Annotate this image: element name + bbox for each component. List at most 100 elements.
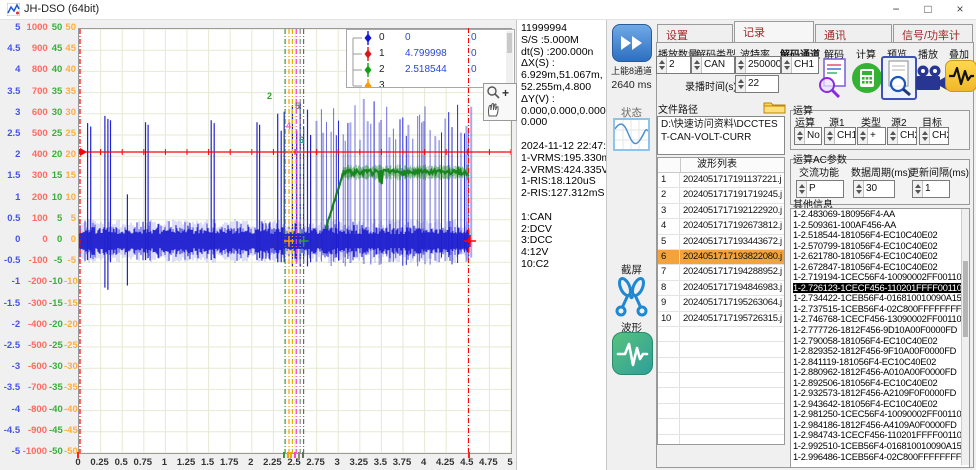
list-item[interactable]: 1-2.892506-181056F4-EC10C40E02 xyxy=(791,378,969,389)
table-row[interactable] xyxy=(658,342,784,357)
table-row[interactable]: 52024051717193443672.j xyxy=(658,235,784,250)
spinner-arrows[interactable] xyxy=(920,128,930,144)
spin-up-icon[interactable] xyxy=(922,131,928,135)
spin-up-icon[interactable] xyxy=(738,79,744,83)
table-row[interactable]: 92024051717195263064.j xyxy=(658,296,784,311)
list-item[interactable]: 1-2.621780-181056F4-EC10C40E02 xyxy=(791,251,969,262)
spin-down-icon[interactable] xyxy=(856,190,862,194)
waveform-button[interactable] xyxy=(612,332,653,375)
table-row[interactable]: 12024051717191137221.j xyxy=(658,173,784,188)
spin-down-icon[interactable] xyxy=(738,85,744,89)
legend-row[interactable]: 14.7999980 xyxy=(347,46,514,62)
table-row[interactable]: 22024051717191719245.j xyxy=(658,188,784,203)
operation-spinner[interactable]: CH2 xyxy=(919,127,949,145)
spinner-arrows[interactable] xyxy=(797,181,807,197)
table-row[interactable] xyxy=(658,327,784,342)
spinner-arrows[interactable] xyxy=(782,57,792,73)
decode-channel-spinner[interactable]: CH1 xyxy=(781,56,819,74)
list-item[interactable]: 1-2.992510-1CEB56F4-016810010090A15A xyxy=(791,441,969,452)
list-item[interactable]: 1-2.719194-1CEC56F4-10090002FF001100 xyxy=(791,272,969,283)
spin-down-icon[interactable] xyxy=(922,137,928,141)
spin-up-icon[interactable] xyxy=(797,131,803,135)
table-row[interactable] xyxy=(658,388,784,403)
list-item[interactable]: 1-2.737515-1CEB56F4-02C800FFFFFFFFFF xyxy=(791,304,969,315)
list-item[interactable]: 1-2.984743-1CECF456-110201FFFF001100 xyxy=(791,430,969,441)
list-item[interactable]: 1-2.518544-181056F4-EC10C40E02 xyxy=(791,230,969,241)
spin-up-icon[interactable] xyxy=(915,184,921,188)
waveform-list-table[interactable]: 波形列表 12024051717191137221.j2202405171719… xyxy=(657,157,785,445)
legend-row[interactable]: 22.5185440 xyxy=(347,62,514,78)
spin-down-icon[interactable] xyxy=(890,137,896,141)
preview-button[interactable] xyxy=(881,56,917,100)
table-row[interactable] xyxy=(658,404,784,419)
list-item[interactable]: 1-2.984186-1812F456-A4109A0F0000FD xyxy=(791,420,969,431)
table-row[interactable] xyxy=(658,419,784,434)
spinner-arrows[interactable] xyxy=(736,57,746,73)
channel-legend[interactable]: 00014.799998022.51854403 xyxy=(346,29,515,88)
plot-area[interactable]: 2546 00014.799998022.51854403 xyxy=(78,28,512,454)
close-button[interactable]: × xyxy=(944,0,976,19)
table-row[interactable]: 72024051717194288952.j xyxy=(658,265,784,280)
spin-up-icon[interactable] xyxy=(738,60,744,64)
minimize-button[interactable]: − xyxy=(880,0,912,19)
tab-signal-power[interactable]: 信号/功率计 xyxy=(893,24,973,42)
list-item[interactable]: 1-2.829352-1812F456-9F10A00F0000FD xyxy=(791,346,969,357)
play-button[interactable] xyxy=(914,65,948,96)
operation-spinner[interactable]: CH2 xyxy=(887,127,917,145)
maximize-button[interactable]: □ xyxy=(912,0,944,19)
list-item[interactable]: 1-2.726123-1CECF456-110201FFFF001100 xyxy=(791,283,969,294)
decode-type-spinner[interactable]: CAN xyxy=(691,56,735,74)
spin-down-icon[interactable] xyxy=(799,190,805,194)
tab-communication[interactable]: 通讯 xyxy=(815,24,892,42)
overlay-button[interactable] xyxy=(945,60,976,92)
list-item[interactable]: 1-2.790058-181056F4-EC10C40E02 xyxy=(791,336,969,347)
list-item[interactable]: 1-2.981250-1CEC56F4-10090002FF001100 xyxy=(791,409,969,420)
pan-tool[interactable] xyxy=(484,101,516,118)
legend-row[interactable]: 000 xyxy=(347,30,514,46)
table-row[interactable] xyxy=(658,358,784,373)
list-item[interactable]: 1-2.734422-1CEB56F4-016810010090A15A xyxy=(791,293,969,304)
operation-spinner[interactable]: CH1 xyxy=(824,127,856,145)
operation-spinner[interactable]: No xyxy=(794,127,822,145)
record-time-spin[interactable]: 22 xyxy=(735,75,779,93)
tab-record[interactable]: 记录 xyxy=(734,21,814,42)
table-row[interactable] xyxy=(658,435,784,445)
table-row[interactable]: 62024051717193822080.j xyxy=(658,250,784,265)
spin-down-icon[interactable] xyxy=(738,66,744,70)
list-item[interactable]: 1-2.746768-1CECF456-13090002FF001100 xyxy=(791,314,969,325)
table-row[interactable]: 32024051717192122920.j xyxy=(658,204,784,219)
spin-up-icon[interactable] xyxy=(856,184,862,188)
spinner-arrows[interactable] xyxy=(795,128,805,144)
table-row[interactable]: 42024051717192673812.j xyxy=(658,219,784,234)
list-item[interactable]: 1-2.932573-1812F456-A2109F0F0000FD xyxy=(791,388,969,399)
list-item[interactable]: 1-2.483069-180956F4-AA xyxy=(791,209,969,220)
screenshot-button[interactable] xyxy=(614,275,649,320)
list-item[interactable]: 1-2.672847-181056F4-EC10C40E02 xyxy=(791,262,969,273)
fast-forward-button[interactable] xyxy=(612,24,652,62)
spin-down-icon[interactable] xyxy=(827,137,833,141)
other-info-list[interactable]: 1-2.483069-180956F4-AA1-2.509361-100AF45… xyxy=(790,208,970,468)
spinner-arrows[interactable] xyxy=(692,57,702,73)
zoom-in-tool[interactable]: + xyxy=(484,84,516,101)
spinner-arrows[interactable] xyxy=(657,57,667,73)
file-path-value[interactable]: D:\快速访问资料\DCCTEST-CAN-VOLT-CURR xyxy=(657,116,785,155)
spin-down-icon[interactable] xyxy=(860,137,866,141)
table-row[interactable]: 102024051717195726315.j xyxy=(658,312,784,327)
spin-down-icon[interactable] xyxy=(659,66,665,70)
list-item[interactable]: 1-2.570799-181056F4-EC10C40E02 xyxy=(791,241,969,252)
spin-down-icon[interactable] xyxy=(694,66,700,70)
other-info-scrollbar[interactable] xyxy=(961,209,969,465)
baud-rate-spinner[interactable]: 250000 xyxy=(735,56,781,74)
spinner-arrows[interactable] xyxy=(854,181,864,197)
spinner-arrows[interactable] xyxy=(825,128,835,144)
spin-up-icon[interactable] xyxy=(799,184,805,188)
operation-spinner[interactable]: + xyxy=(857,127,886,145)
spin-down-icon[interactable] xyxy=(915,190,921,194)
list-item[interactable]: 1-2.943642-181056F4-EC10C40E02 xyxy=(791,399,969,410)
list-item[interactable]: 1-2.996486-1CEB56F4-02C800FFFFFFFFFF xyxy=(791,452,969,463)
spin-up-icon[interactable] xyxy=(860,131,866,135)
play-count-spinner[interactable]: 2 xyxy=(656,56,691,74)
list-item[interactable]: 1-2.509361-100AF456-AA xyxy=(791,220,969,231)
spin-down-icon[interactable] xyxy=(797,137,803,141)
table-row[interactable] xyxy=(658,373,784,388)
